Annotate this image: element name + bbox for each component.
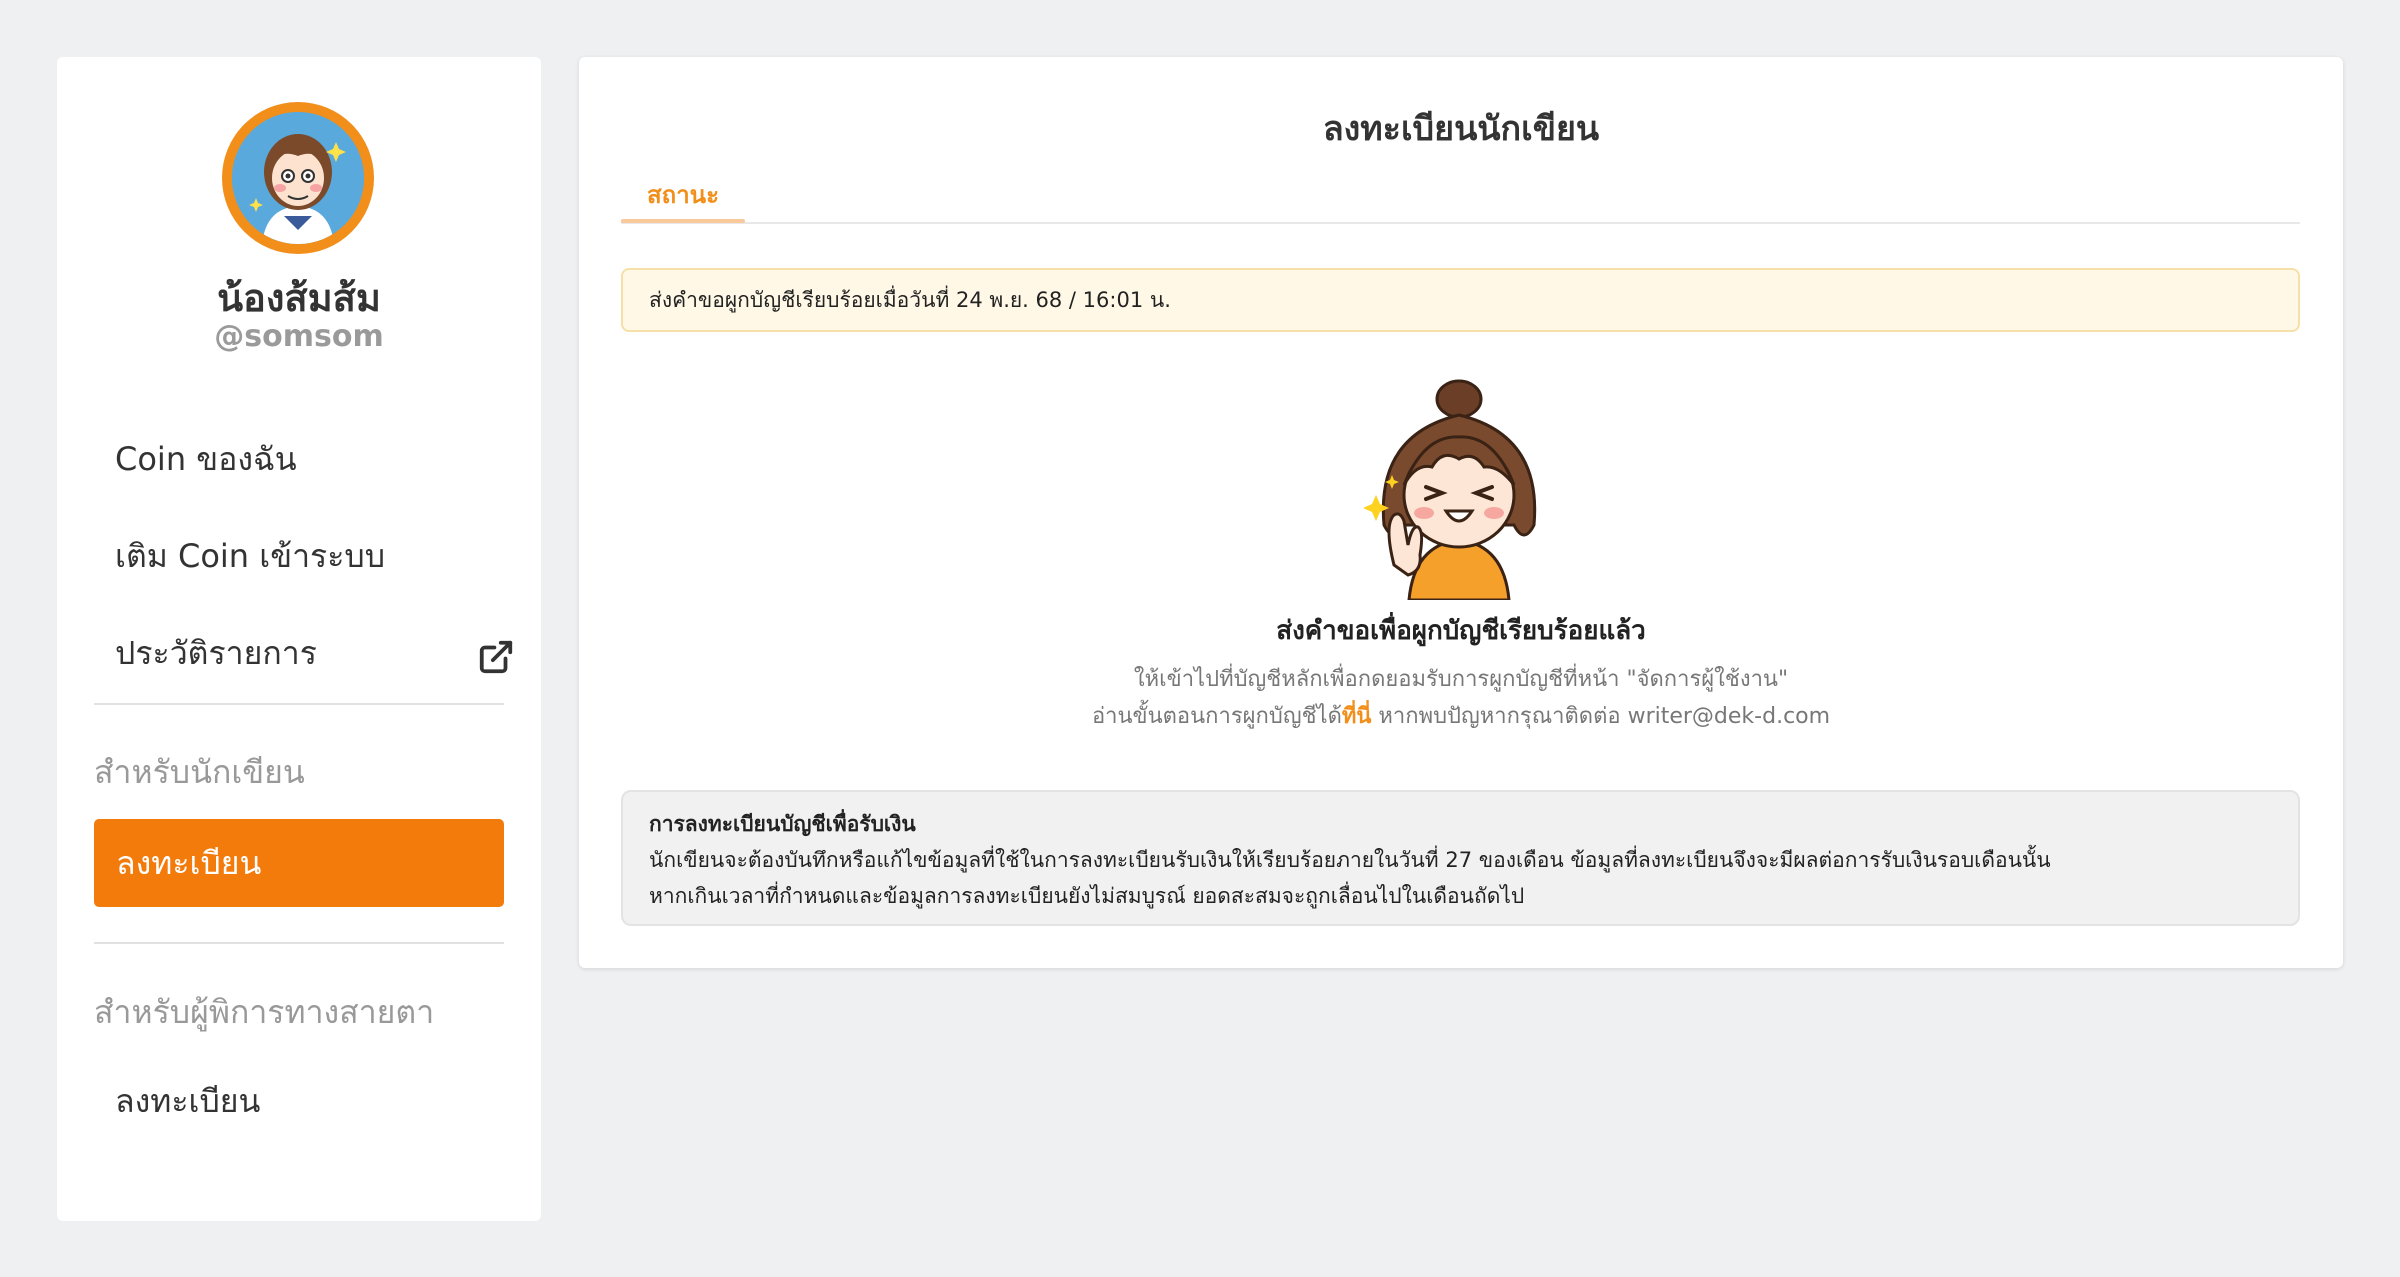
status-notice-text: ส่งคำขอผูกบัญชีเรียบร้อยเมื่อวันที่ 24 พ… <box>649 288 1171 312</box>
section-label-visually-impaired: สำหรับผู้พิการทางสายตา <box>94 993 435 1031</box>
tab-bar-line <box>621 222 2300 224</box>
instruction-text: ให้เข้าไปที่บัญชีหลักเพื่อกดยอมรับการผูก… <box>1133 667 1789 692</box>
tab-active-underline <box>621 219 745 223</box>
instruction-text-help: อ่านขั้นตอนการผูกบัญชีได้ที่นี่ หากพบปัญ… <box>579 698 2343 733</box>
status-notice: ส่งคำขอผูกบัญชีเรียบร้อยเมื่อวันที่ 24 พ… <box>621 268 2300 332</box>
info-text-line: นักเขียนจะต้องบันทึกหรือแก้ไขข้อมูลที่ใช… <box>649 848 2051 872</box>
steps-link[interactable]: ที่นี่ <box>1342 704 1372 729</box>
info-text-line: หากเกินเวลาที่กำหนดและข้อมูลการลงทะเบียน… <box>649 884 1525 908</box>
sidebar-divider <box>94 942 504 944</box>
success-title: ส่งคำขอเพื่อผูกบัญชีเรียบร้อยแล้ว <box>1276 616 1646 646</box>
sidebar-item-writer-register[interactable]: ลงทะเบียน <box>94 819 504 907</box>
main-card: ลงทะเบียนนักเขียน สถานะ ส่งคำขอผูกบัญชีเ… <box>579 57 2343 968</box>
section-label-writer: สำหรับนักเขียน <box>94 753 305 791</box>
avatar[interactable] <box>222 102 374 254</box>
mascot-illustration <box>1363 375 1554 602</box>
external-link-icon[interactable] <box>477 635 515 674</box>
sidebar: น้องส้มส้ม @somsom Coin ของฉัน เติม Coin… <box>57 57 541 1221</box>
help-text-suffix: หากพบปัญหากรุณาติดต่อ writer@dek-d.com <box>1371 704 1831 729</box>
avatar-cartoon-girl <box>232 112 364 244</box>
menu-item-label: เติม Coin เข้าระบบ <box>115 537 386 575</box>
payment-registration-info: การลงทะเบียนบัญชีเพื่อรับเงิน นักเขียนจะ… <box>621 790 2300 926</box>
menu-item-history[interactable]: ประวัติรายการ <box>115 623 515 683</box>
sidebar-item-label: ลงทะเบียน <box>115 1082 261 1120</box>
menu-item-label: ประวัติรายการ <box>115 634 317 672</box>
info-title: การลงทะเบียนบัญชีเพื่อรับเงิน <box>649 812 916 836</box>
page-title: ลงทะเบียนนักเขียน <box>1322 109 1600 149</box>
menu-item-my-coin[interactable]: Coin ของฉัน <box>115 429 515 489</box>
sidebar-divider <box>94 703 504 705</box>
tab-status[interactable]: สถานะ <box>621 175 745 215</box>
sidebar-item-label: ลงทะเบียน <box>116 844 262 882</box>
help-text-prefix: อ่านขั้นตอนการผูกบัญชีได้ <box>1091 704 1342 729</box>
menu-item-top-up-coin[interactable]: เติม Coin เข้าระบบ <box>115 526 515 586</box>
avatar-image <box>232 112 364 244</box>
sidebar-item-visually-impaired-register[interactable]: ลงทะเบียน <box>115 1071 515 1131</box>
menu-item-label: Coin ของฉัน <box>115 440 297 478</box>
profile-handle: @somsom <box>214 319 384 354</box>
